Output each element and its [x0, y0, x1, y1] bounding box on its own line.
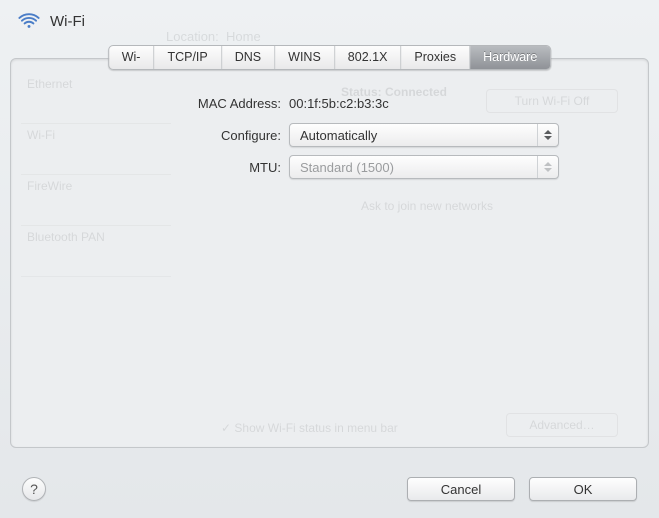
wifi-icon: [18, 10, 40, 32]
configure-label: Configure:: [11, 128, 289, 143]
ok-button[interactable]: OK: [529, 477, 637, 501]
cancel-button[interactable]: Cancel: [407, 477, 515, 501]
titlebar: Wi-Fi: [0, 0, 659, 42]
hardware-sheet: Location: Home Ethernet Wi-Fi FireWire B…: [10, 58, 649, 448]
panel-title: Wi-Fi: [50, 13, 85, 30]
help-button[interactable]: ?: [22, 477, 46, 501]
tab-wifi[interactable]: Wi-Fi: [109, 46, 155, 69]
hardware-form: MAC Address: 00:1f:5b:c2:b3:3c Configure…: [11, 87, 648, 183]
chevron-updown-icon: [537, 124, 558, 146]
chevron-updown-icon: [537, 156, 558, 178]
tab-8021x[interactable]: 802.1X: [335, 46, 402, 69]
network-preferences-window: Wi-Fi Location: Home Ethernet Wi-Fi Fire…: [0, 0, 659, 518]
tab-proxies[interactable]: Proxies: [401, 46, 470, 69]
dialog-footer: ? Cancel OK: [0, 460, 659, 518]
tab-dns[interactable]: DNS: [222, 46, 275, 69]
mac-address-label: MAC Address:: [11, 96, 289, 111]
tab-tcpip[interactable]: TCP/IP: [154, 46, 221, 69]
configure-select-value: Automatically: [300, 128, 377, 143]
configure-select[interactable]: Automatically: [289, 123, 559, 147]
mtu-select[interactable]: Standard (1500): [289, 155, 559, 179]
tab-wins[interactable]: WINS: [275, 46, 335, 69]
mtu-label: MTU:: [11, 160, 289, 175]
tab-hardware[interactable]: Hardware: [470, 46, 550, 69]
mtu-select-value: Standard (1500): [300, 160, 394, 175]
tab-bar: Wi-Fi TCP/IP DNS WINS 802.1X Proxies Har…: [108, 45, 552, 70]
mac-address-value: 00:1f:5b:c2:b3:3c: [289, 96, 389, 111]
